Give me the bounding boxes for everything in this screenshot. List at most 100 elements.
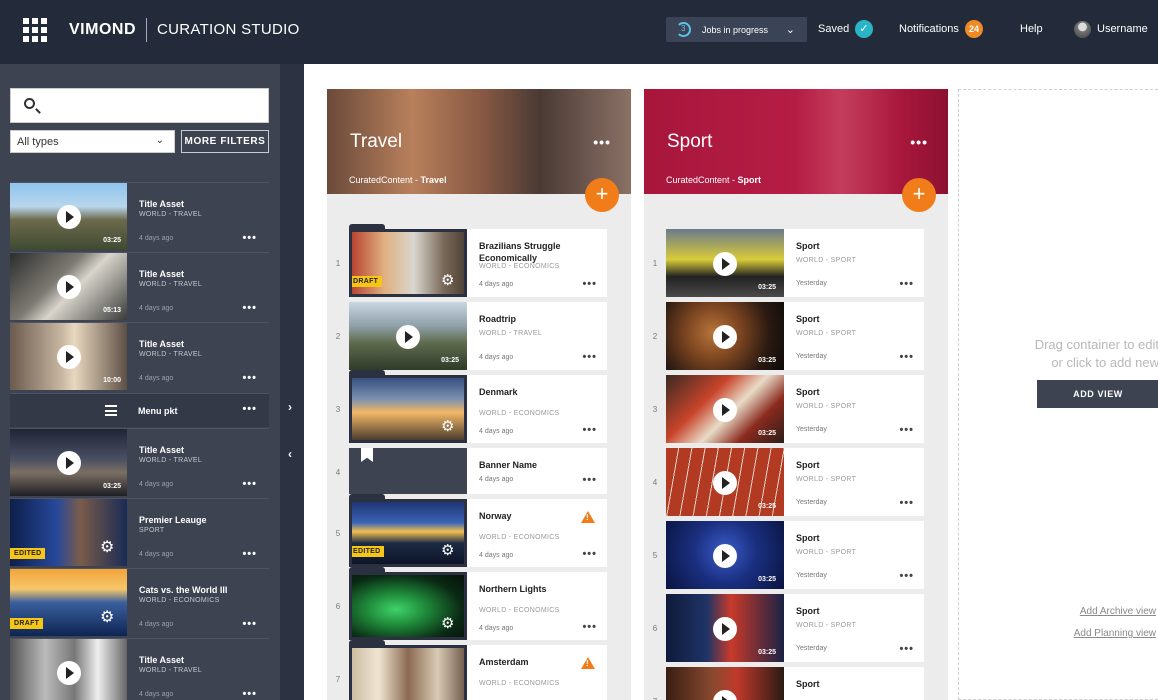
list-item[interactable]: 5 EDITED ⚙ Norway WORLD - ECONOMICS 4 da…	[336, 494, 607, 567]
more-options-icon[interactable]: •••	[582, 278, 597, 290]
sidebar-asset-item[interactable]: ⚙ EDITED Premier Leauge SPORT 4 days ago…	[10, 498, 269, 566]
list-item[interactable]: 5 03:25 Sport WORLD - SPORT Yesterday ••…	[653, 521, 924, 589]
status-badge: EDITED	[349, 546, 385, 557]
add-item-button[interactable]: +	[902, 178, 936, 212]
play-icon[interactable]	[57, 345, 81, 369]
container-header: Travel CuratedContent - Travel •••	[327, 89, 631, 194]
item-date: Yesterday	[796, 645, 827, 652]
item-category: WORLD - SPORT	[796, 330, 857, 337]
sidebar-asset-item[interactable]: 10:00 Title Asset WORLD - TRAVEL 4 days …	[10, 322, 269, 390]
more-options-icon[interactable]: •••	[899, 570, 914, 582]
asset-title: Cats vs. the World III	[139, 585, 228, 595]
play-icon[interactable]	[57, 275, 81, 299]
more-options-icon[interactable]: •••	[242, 688, 257, 700]
app-grid-icon[interactable]	[23, 18, 47, 42]
list-item[interactable]: 6 ⚙ Northern Lights WORLD - ECONOMICS 4 …	[336, 567, 607, 640]
list-item[interactable]: 1 03:25 Sport WORLD - SPORT Yesterday ••…	[653, 229, 924, 297]
sidebar-collapse-handle[interactable]: › ‹	[280, 64, 304, 700]
play-icon[interactable]	[713, 325, 737, 349]
more-options-icon[interactable]: •••	[242, 403, 257, 415]
more-options-icon[interactable]: •••	[582, 424, 597, 436]
item-category: WORLD - SPORT	[796, 257, 857, 264]
item-title: Sport	[796, 314, 820, 324]
gear-icon[interactable]: ⚙	[100, 607, 114, 627]
search-input[interactable]	[47, 95, 257, 117]
play-icon[interactable]	[57, 205, 81, 229]
brand-divider	[146, 18, 147, 42]
duration: 03:25	[441, 357, 459, 364]
list-item[interactable]: 2 03:25 Roadtrip WORLD - TRAVEL 4 days a…	[336, 302, 607, 370]
more-options-icon[interactable]: •••	[593, 134, 611, 150]
more-options-icon[interactable]: •••	[242, 478, 257, 490]
container-travel[interactable]: Travel CuratedContent - Travel ••• + 1 D…	[327, 89, 631, 700]
sidebar-asset-item[interactable]: 03:25 Title Asset WORLD - TRAVEL 4 days …	[10, 182, 269, 250]
list-item[interactable]: 2 03:25 Sport WORLD - SPORT Yesterday ••…	[653, 302, 924, 370]
saved-label: Saved	[818, 23, 850, 35]
more-filters-button[interactable]: MORE FILTERS	[181, 130, 269, 153]
more-options-icon[interactable]: •••	[242, 302, 257, 314]
warning-icon[interactable]	[581, 511, 595, 523]
sidebar-menu-item[interactable]: Menu pkt •••	[10, 393, 269, 427]
container-sport[interactable]: Sport CuratedContent - Sport ••• + 1 03:…	[644, 89, 948, 700]
add-planning-view-link[interactable]: Add Planning view	[1074, 628, 1156, 639]
username-menu[interactable]: Username	[1097, 23, 1148, 35]
sidebar-asset-item[interactable]: 05:13 Title Asset WORLD - TRAVEL 4 days …	[10, 252, 269, 320]
type-filter-select[interactable]: All types ⌄	[10, 130, 175, 153]
notifications-button[interactable]: Notifications	[899, 23, 959, 35]
more-options-icon[interactable]: •••	[242, 548, 257, 560]
play-icon[interactable]	[713, 690, 737, 700]
item-thumbnail: ⚙	[349, 572, 467, 640]
item-category: WORLD - ECONOMICS	[479, 680, 560, 687]
sidebar-asset-item[interactable]: ⚙ DRAFT Cats vs. the World III WORLD - E…	[10, 568, 269, 636]
warning-icon[interactable]	[581, 657, 595, 669]
play-icon[interactable]	[713, 617, 737, 641]
item-date: 4 days ago	[479, 354, 514, 361]
gear-icon[interactable]: ⚙	[441, 271, 454, 289]
list-item[interactable]: 3 ⚙ Denmark WORLD - ECONOMICS 4 days ago…	[336, 370, 607, 443]
play-icon[interactable]	[713, 544, 737, 568]
more-options-icon[interactable]: •••	[899, 351, 914, 363]
play-icon[interactable]	[57, 451, 81, 475]
chevron-left-icon[interactable]: ‹	[288, 447, 292, 461]
more-options-icon[interactable]: •••	[899, 278, 914, 290]
gear-icon[interactable]: ⚙	[441, 417, 454, 435]
play-icon[interactable]	[713, 471, 737, 495]
gear-icon[interactable]: ⚙	[100, 537, 114, 557]
add-archive-view-link[interactable]: Add Archive view	[1080, 606, 1156, 617]
gear-icon[interactable]: ⚙	[441, 614, 454, 632]
sidebar-asset-item[interactable]: 03:25 Title Asset WORLD - TRAVEL 4 days …	[10, 428, 269, 496]
more-options-icon[interactable]: •••	[899, 643, 914, 655]
item-date: 4 days ago	[479, 476, 514, 483]
play-icon[interactable]	[713, 252, 737, 276]
more-options-icon[interactable]: •••	[242, 372, 257, 384]
help-link[interactable]: Help	[1020, 23, 1043, 35]
status-badge: DRAFT	[10, 618, 44, 629]
add-view-dropzone[interactable]: Drag container to edit or click to add n…	[958, 89, 1158, 700]
add-item-button[interactable]: +	[585, 178, 619, 212]
chevron-right-icon[interactable]: ›	[288, 400, 292, 414]
play-icon[interactable]	[713, 398, 737, 422]
more-options-icon[interactable]: •••	[899, 424, 914, 436]
avatar[interactable]	[1074, 21, 1091, 38]
list-item[interactable]: 7 Sport	[653, 667, 924, 700]
more-options-icon[interactable]: •••	[242, 618, 257, 630]
more-options-icon[interactable]: •••	[910, 134, 928, 150]
sidebar-asset-item[interactable]: Title Asset WORLD - TRAVEL 4 days ago ••…	[10, 638, 269, 700]
more-options-icon[interactable]: •••	[242, 232, 257, 244]
add-view-button[interactable]: ADD VIEW	[1037, 380, 1158, 408]
more-options-icon[interactable]: •••	[899, 497, 914, 509]
list-item[interactable]: 6 03:25 Sport WORLD - SPORT Yesterday ••…	[653, 594, 924, 662]
more-options-icon[interactable]: •••	[582, 621, 597, 633]
list-item[interactable]: 1 DRAFT ⚙ Brazilians Struggle Economical…	[336, 224, 607, 297]
more-options-icon[interactable]: •••	[582, 474, 597, 486]
list-item[interactable]: 4 03:25 Sport WORLD - SPORT Yesterday ••…	[653, 448, 924, 516]
list-item[interactable]: 7 Amsterdam WORLD - ECONOMICS	[336, 640, 607, 700]
list-item[interactable]: 3 03:25 Sport WORLD - SPORT Yesterday ••…	[653, 375, 924, 443]
play-icon[interactable]	[396, 325, 420, 349]
more-options-icon[interactable]: •••	[582, 351, 597, 363]
gear-icon[interactable]: ⚙	[441, 541, 454, 559]
jobs-dropdown[interactable]: 3 Jobs in progress ⌄	[666, 17, 807, 42]
play-icon[interactable]	[57, 661, 81, 685]
list-item[interactable]: 4 Banner Name 4 days ago •••	[336, 448, 607, 494]
more-options-icon[interactable]: •••	[582, 548, 597, 560]
